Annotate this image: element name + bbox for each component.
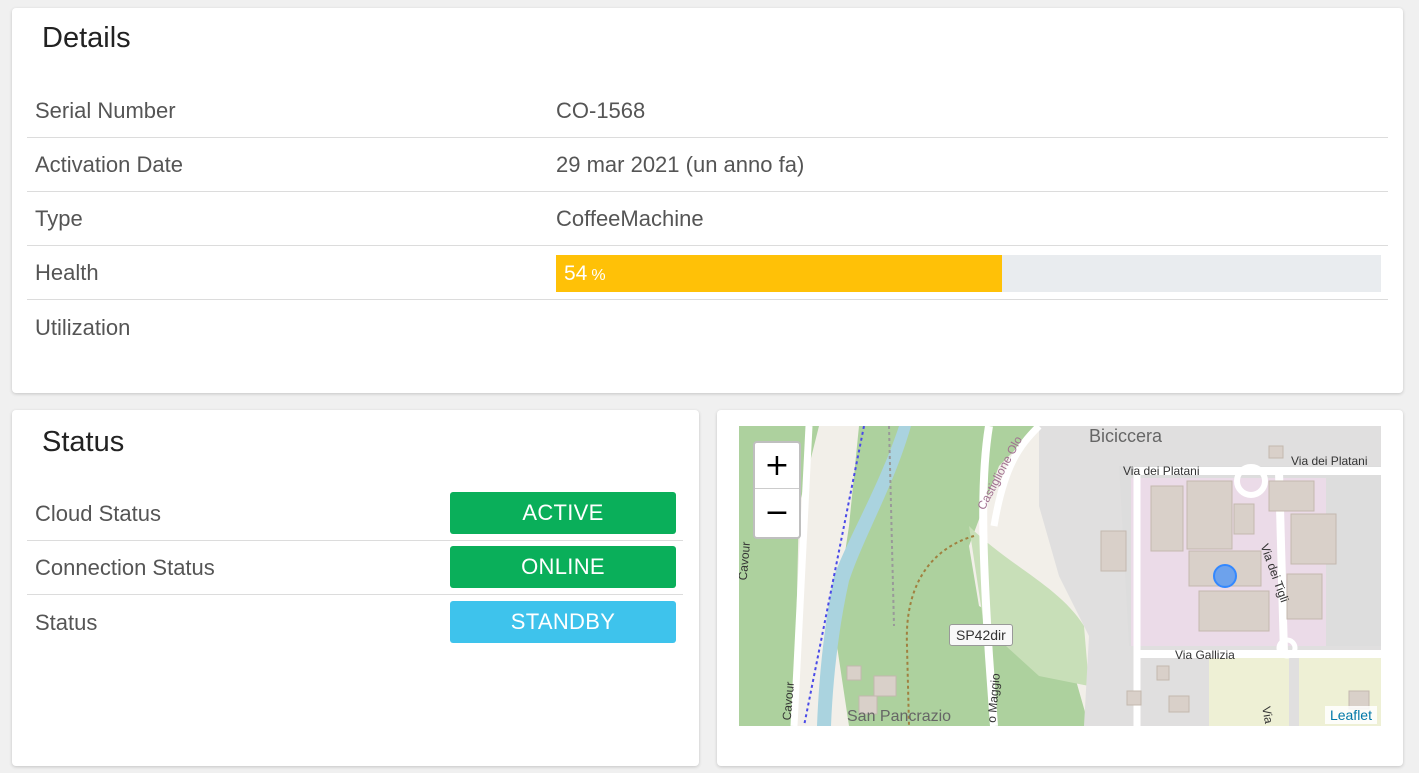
map-attribution-link[interactable]: Leaflet: [1324, 706, 1377, 724]
serial-number-label: Serial Number: [35, 98, 176, 123]
map-street-label-1: Via dei Platani: [1123, 464, 1200, 478]
map-zoom-control: + −: [753, 441, 801, 539]
activation-date-label: Activation Date: [35, 152, 183, 177]
cloud-status-badge: ACTIVE: [450, 492, 676, 534]
status-row-status: Status STANDBY: [27, 596, 683, 650]
status-title: Status: [42, 426, 125, 458]
health-label: Health: [35, 260, 99, 285]
health-value: 54: [564, 262, 588, 285]
status-card: Status Cloud Status ACTIVE Connection St…: [12, 410, 699, 766]
map-road-sign: SP42dir: [949, 624, 1013, 646]
details-row-type: Type CoffeeMachine: [27, 192, 1388, 246]
details-row-utilization: Utilization: [27, 301, 1388, 355]
details-card: Details Serial Number CO-1568 Activation…: [12, 8, 1403, 393]
zoom-out-button[interactable]: −: [755, 490, 799, 536]
type-value: CoffeeMachine: [556, 206, 704, 231]
map-place-label-2: San Pancrazio: [847, 708, 952, 725]
status-row-cloud: Cloud Status ACTIVE: [27, 487, 683, 541]
map-place-label-1: Biciccera: [1089, 426, 1163, 446]
health-progress-fill: 54%: [556, 255, 1002, 292]
type-label: Type: [35, 206, 83, 231]
status-row-connection: Connection Status ONLINE: [27, 541, 683, 595]
map-street-label-2: Via dei Platani: [1291, 454, 1368, 468]
utilization-label: Utilization: [35, 315, 131, 340]
health-progress-bar: 54%: [556, 255, 1381, 292]
details-row-activation-date: Activation Date 29 mar 2021 (un anno fa): [27, 138, 1388, 192]
details-title: Details: [42, 22, 131, 54]
location-map[interactable]: Biciccera San Pancrazio Via dei Platani …: [739, 426, 1381, 726]
connection-status-badge: ONLINE: [450, 546, 676, 588]
map-street-label-9: Via: [1259, 705, 1276, 725]
cloud-status-label: Cloud Status: [35, 501, 161, 526]
activation-date-value: 29 mar 2021 (un anno fa): [556, 152, 805, 177]
health-unit: %: [591, 267, 606, 284]
connection-status-label: Connection Status: [35, 555, 215, 580]
status-label: Status: [35, 610, 98, 635]
map-tiles: [739, 426, 1381, 726]
serial-number-value: CO-1568: [556, 98, 646, 123]
details-row-health: Health 54%: [27, 246, 1388, 300]
map-street-label-4: Via Gallizia: [1175, 648, 1235, 662]
status-badge: STANDBY: [450, 601, 676, 643]
zoom-in-button[interactable]: +: [755, 443, 799, 489]
details-row-serial-number: Serial Number CO-1568: [27, 84, 1388, 138]
map-card: Biciccera San Pancrazio Via dei Platani …: [717, 410, 1403, 766]
